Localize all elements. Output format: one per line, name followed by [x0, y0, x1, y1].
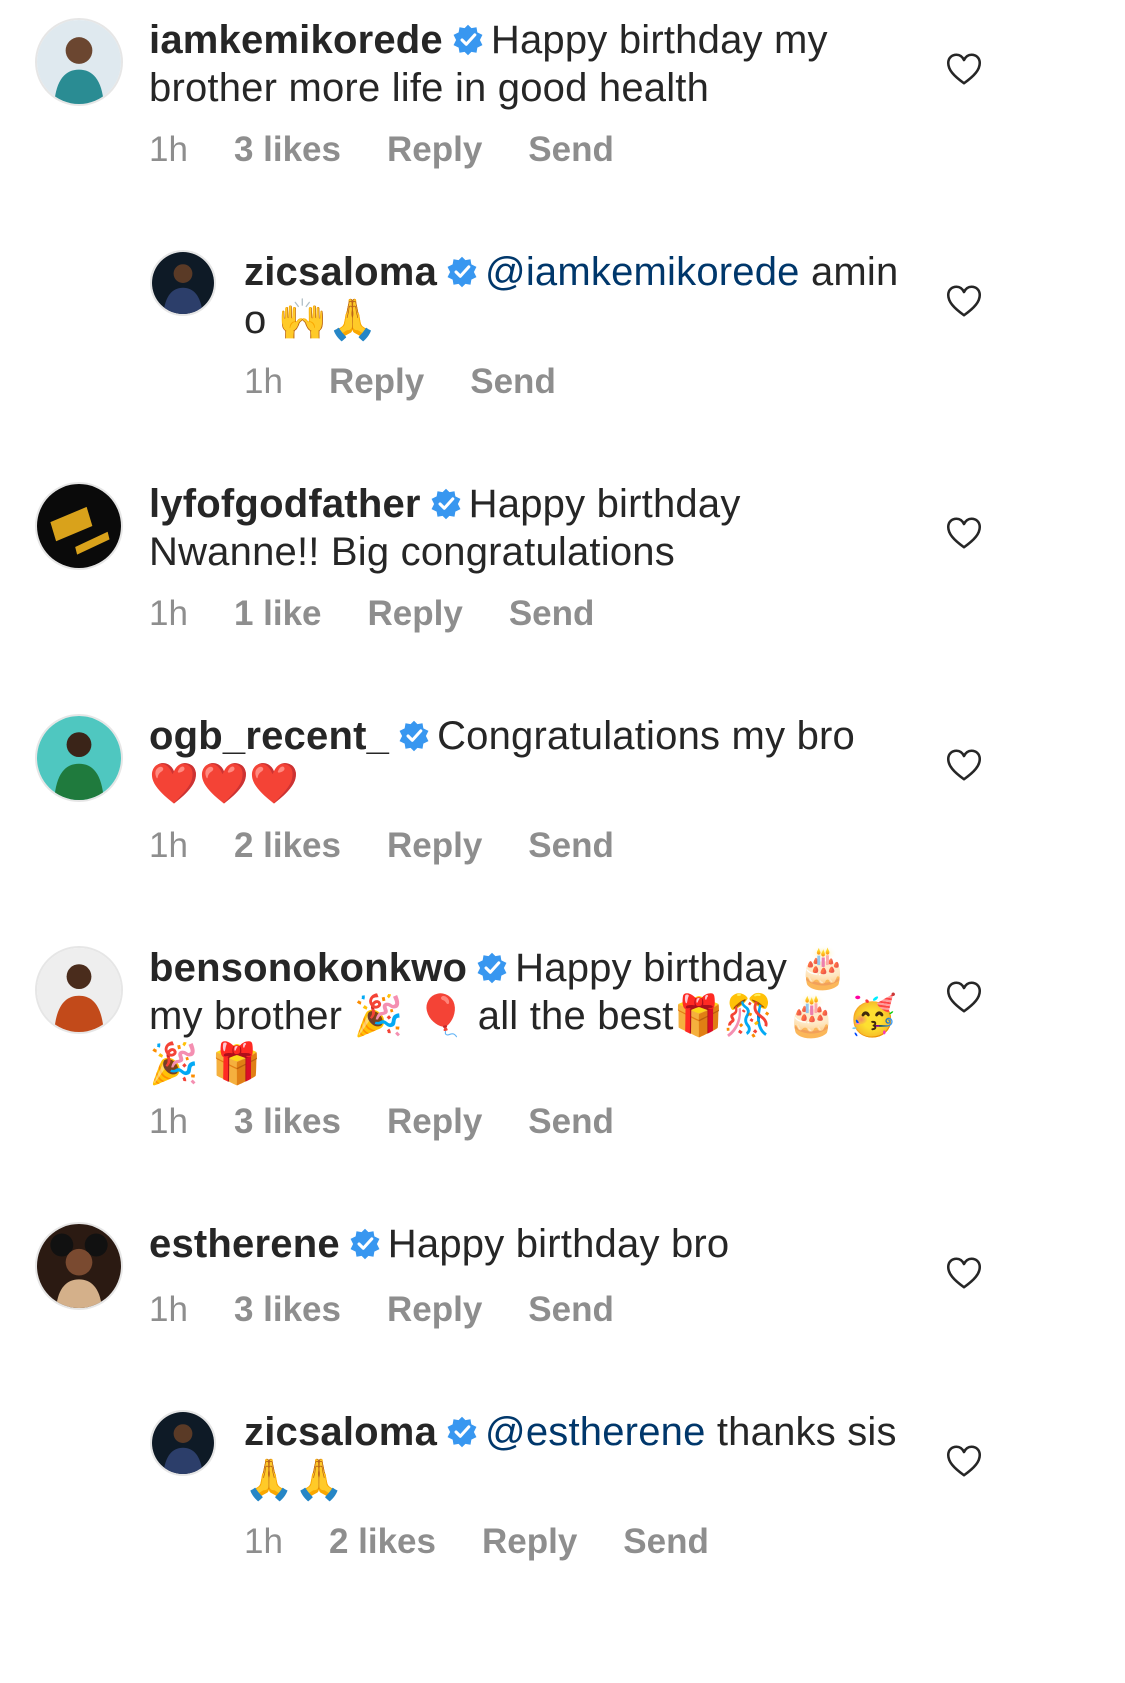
comment-username[interactable]: zicsaloma [244, 1410, 437, 1454]
verified-badge-icon [348, 1227, 382, 1261]
comment-text: Congratulations my bro [437, 714, 855, 758]
like-heart-icon[interactable] [946, 748, 982, 782]
send-button[interactable]: Send [509, 594, 595, 634]
comment-text: my brother [149, 994, 343, 1038]
like-heart-icon[interactable] [946, 52, 982, 86]
comment-time: 1h [244, 1522, 283, 1561]
comment-emoji: 🎂 [798, 945, 849, 991]
verified-badge-icon [445, 255, 479, 289]
send-button[interactable]: Send [623, 1522, 709, 1562]
like-heart-icon[interactable] [946, 516, 982, 550]
comment-username[interactable]: iamkemikorede [149, 18, 443, 62]
comment-emoji: 🎉 🎈 [353, 993, 467, 1039]
like-heart-icon[interactable] [946, 980, 982, 1014]
reply-button[interactable]: Reply [387, 1290, 482, 1330]
like-heart-icon[interactable] [946, 284, 982, 318]
reply-button[interactable]: Reply [329, 362, 424, 402]
comments-list: iamkemikorede Happy birthday my brother m… [0, 0, 1125, 1683]
comment-time: 1h [244, 362, 283, 401]
comment-emoji: 🎁🎊 🎂 [673, 993, 837, 1039]
comment-time: 1h [149, 826, 188, 865]
send-button[interactable]: Send [528, 1290, 614, 1330]
likes-count[interactable]: 3 likes [234, 130, 341, 170]
comment-username[interactable]: bensonokonkwo [149, 946, 467, 990]
comment-text: all the best [477, 994, 674, 1038]
avatar[interactable] [150, 1410, 216, 1476]
comment-text: Happy birthday [515, 946, 788, 990]
verified-badge-icon [429, 487, 463, 521]
likes-count[interactable]: 1 like [234, 594, 322, 634]
verified-badge-icon [445, 1415, 479, 1449]
comment-time: 1h [149, 1102, 188, 1141]
likes-count[interactable]: 2 likes [234, 826, 341, 866]
avatar[interactable] [35, 18, 123, 106]
verified-badge-icon [451, 23, 485, 57]
likes-count[interactable]: 2 likes [329, 1522, 436, 1562]
like-heart-icon[interactable] [946, 1256, 982, 1290]
comment-text: thanks sis [716, 1410, 897, 1454]
send-button[interactable]: Send [528, 130, 614, 170]
likes-count[interactable]: 3 likes [234, 1290, 341, 1330]
avatar[interactable] [35, 1222, 123, 1310]
comment-username[interactable]: lyfofgodfather [149, 482, 421, 526]
comment-username[interactable]: estherene [149, 1222, 340, 1266]
send-button[interactable]: Send [470, 362, 556, 402]
likes-count[interactable]: 3 likes [234, 1102, 341, 1142]
like-heart-icon[interactable] [946, 1444, 982, 1478]
comment-emoji: 🙏🙏 [244, 1457, 345, 1503]
comment-emoji: 🙌🙏 [277, 297, 378, 343]
comment-username[interactable]: ogb_recent_ [149, 714, 389, 758]
avatar[interactable] [150, 250, 216, 316]
comment-username[interactable]: zicsaloma [244, 250, 437, 294]
comment-time: 1h [149, 1290, 188, 1329]
avatar[interactable] [35, 946, 123, 1034]
comment-text: Happy birthday bro [387, 1222, 730, 1266]
reply-button[interactable]: Reply [387, 826, 482, 866]
comment-emoji: ❤️❤️❤️ [149, 761, 300, 807]
avatar[interactable] [35, 714, 123, 802]
send-button[interactable]: Send [528, 826, 614, 866]
verified-badge-icon [475, 951, 509, 985]
send-button[interactable]: Send [528, 1102, 614, 1142]
mention-link[interactable]: @iamkemikorede [485, 250, 800, 294]
comment-time: 1h [149, 594, 188, 633]
reply-button[interactable]: Reply [368, 594, 463, 634]
reply-button[interactable]: Reply [387, 1102, 482, 1142]
avatar[interactable] [35, 482, 123, 570]
reply-button[interactable]: Reply [482, 1522, 577, 1562]
comment-time: 1h [149, 130, 188, 169]
reply-button[interactable]: Reply [387, 130, 482, 170]
mention-link[interactable]: @estherene [485, 1410, 706, 1454]
verified-badge-icon [397, 719, 431, 753]
